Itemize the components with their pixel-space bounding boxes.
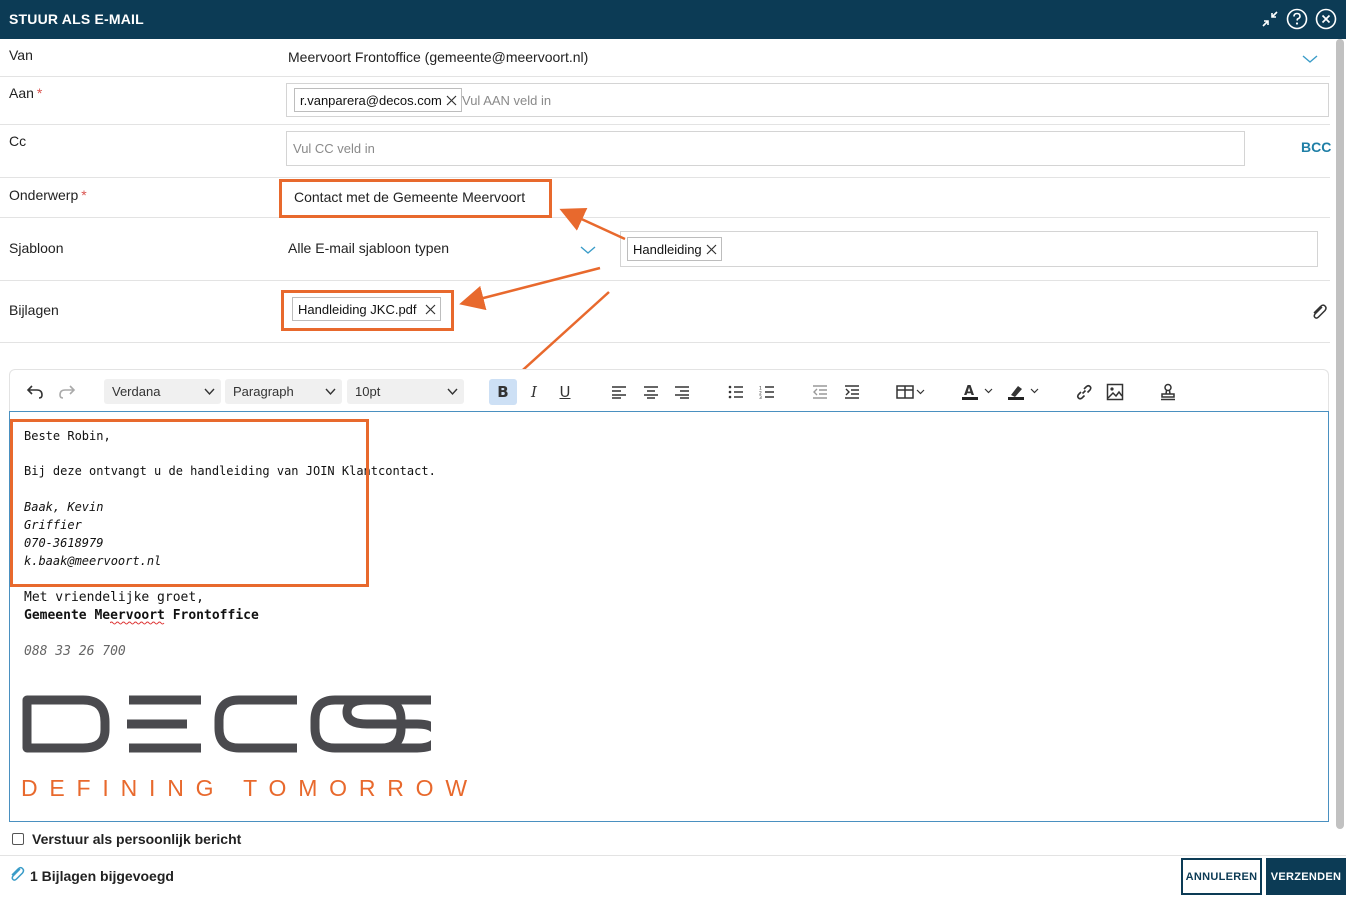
send-button[interactable]: VERZENDEN xyxy=(1266,858,1346,895)
decos-logo-mark xyxy=(22,695,431,753)
font-family-value: Verdana xyxy=(112,384,161,399)
font-size-select[interactable]: 10pt xyxy=(347,379,464,404)
block-format-value: Paragraph xyxy=(233,384,294,399)
personal-message-label: Verstuur als persoonlijk bericht xyxy=(32,831,242,847)
stamp-icon[interactable] xyxy=(1157,381,1179,403)
block-format-select[interactable]: Paragraph xyxy=(225,379,342,404)
scrollbar[interactable] xyxy=(1336,39,1344,829)
chevron-down-icon xyxy=(204,385,215,400)
undo-icon[interactable] xyxy=(24,381,46,403)
indent-icon[interactable] xyxy=(841,381,863,403)
redo-icon[interactable] xyxy=(56,381,78,403)
closing-line: Met vriendelijke groet, xyxy=(24,590,205,605)
chevron-down-icon xyxy=(325,385,336,400)
svg-text:A: A xyxy=(964,384,974,399)
paperclip-icon xyxy=(9,866,25,887)
body-highlight xyxy=(10,419,369,587)
dialog-footer: 1 Bijlagen bijgevoegd ANNULEREN VERZENDE… xyxy=(0,855,1346,897)
underline-icon[interactable]: U xyxy=(554,381,576,403)
arrow-to-subject xyxy=(559,207,626,241)
numbered-list-icon[interactable]: 123 xyxy=(756,381,778,403)
link-icon[interactable] xyxy=(1073,381,1095,403)
text-color-icon[interactable]: A xyxy=(959,381,999,403)
attachments-count: 1 Bijlagen bijgevoegd xyxy=(30,868,174,884)
table-icon[interactable] xyxy=(894,381,928,403)
outdent-icon[interactable] xyxy=(809,381,831,403)
align-left-icon[interactable] xyxy=(608,381,630,403)
chevron-down-icon xyxy=(447,385,458,400)
spellcheck-underline xyxy=(110,621,165,625)
editor-toolbar: Verdana Paragraph 10pt B I U 123 A xyxy=(9,369,1329,412)
highlight-color-icon[interactable] xyxy=(1005,381,1045,403)
personal-message-option[interactable]: Verstuur als persoonlijk bericht xyxy=(12,831,241,847)
image-icon[interactable] xyxy=(1104,381,1126,403)
arrow-to-attachment xyxy=(459,266,601,311)
align-center-icon[interactable] xyxy=(640,381,662,403)
bullet-list-icon[interactable] xyxy=(725,381,747,403)
align-right-icon[interactable] xyxy=(671,381,693,403)
italic-icon[interactable]: I xyxy=(523,381,545,403)
personal-message-checkbox[interactable] xyxy=(12,833,24,845)
bold-icon[interactable]: B xyxy=(489,379,517,405)
logo-tagline: DEFINING TOMORROW xyxy=(21,775,479,801)
organisation-phone: 088 33 26 700 xyxy=(24,644,126,659)
font-family-select[interactable]: Verdana xyxy=(104,379,221,404)
cancel-button[interactable]: ANNULEREN xyxy=(1181,858,1262,895)
font-size-value: 10pt xyxy=(355,384,381,399)
svg-text:3: 3 xyxy=(759,395,762,399)
